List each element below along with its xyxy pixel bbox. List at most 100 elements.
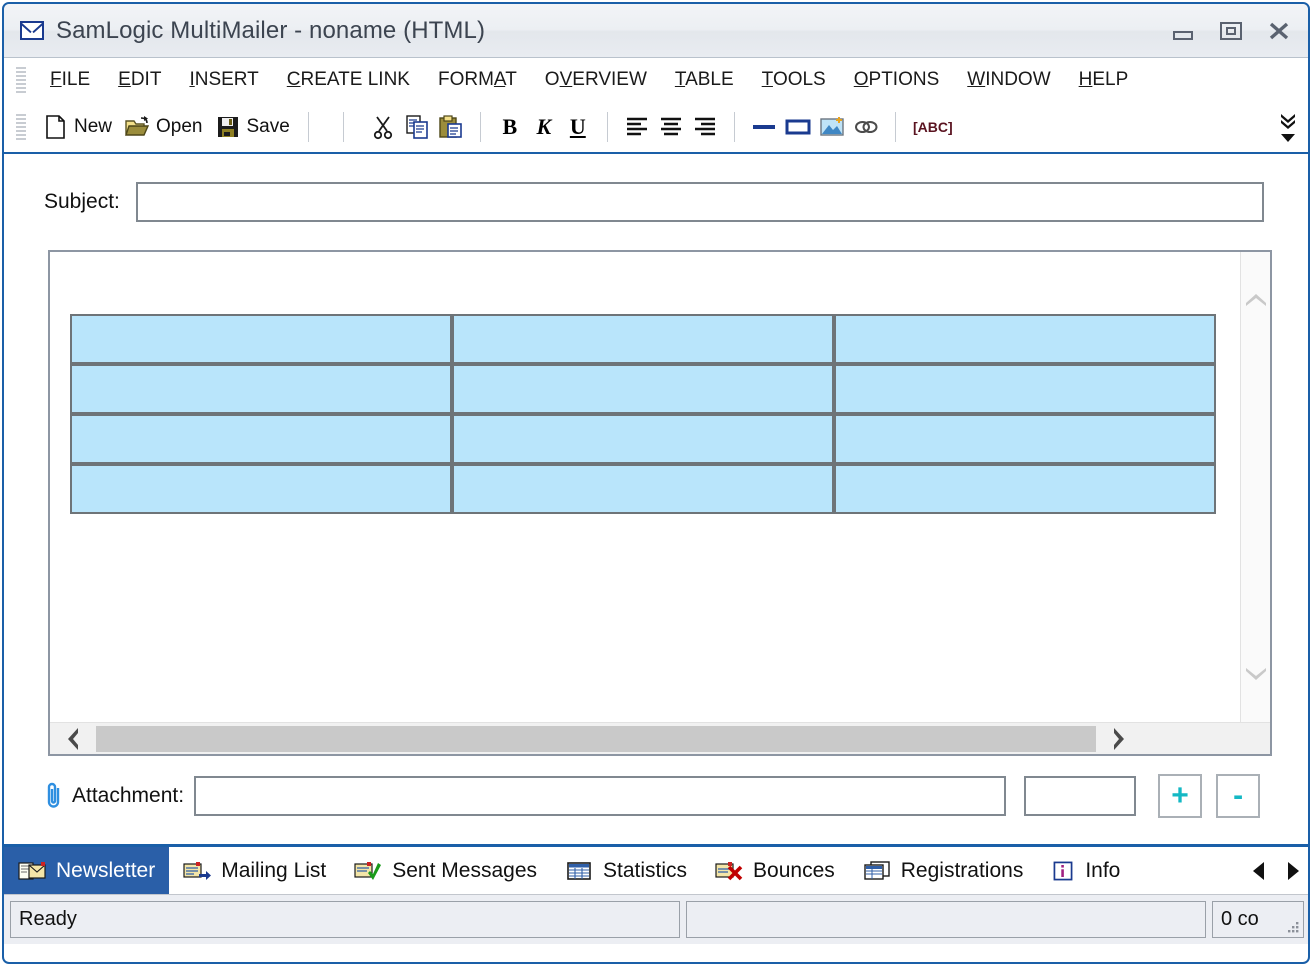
menu-item-insert[interactable]: INSERT <box>175 65 272 95</box>
horizontal-line-button[interactable] <box>747 110 781 144</box>
spellcheck-label: [ABC] <box>912 119 953 135</box>
html-editor-canvas[interactable] <box>50 252 1242 722</box>
subject-input[interactable] <box>135 182 1264 222</box>
toolbar-separator-5 <box>733 112 735 142</box>
scroll-up-button[interactable] <box>1241 282 1270 316</box>
open-folder-icon <box>125 116 150 136</box>
scroll-left-button[interactable] <box>50 723 96 755</box>
editor-vertical-scrollbar[interactable] <box>1240 252 1270 722</box>
spellcheck-button[interactable]: [ABC] <box>908 110 958 144</box>
insert-image-icon <box>820 117 844 136</box>
save-button[interactable]: Save <box>209 108 296 146</box>
table-row[interactable] <box>70 314 1216 364</box>
box-button[interactable] <box>781 110 815 144</box>
table-cell[interactable] <box>70 314 452 364</box>
menu-item-window[interactable]: WINDOW <box>953 65 1064 95</box>
bold-button[interactable]: B <box>493 110 527 144</box>
open-button[interactable]: Open <box>118 108 208 146</box>
menu-item-create-link[interactable]: CREATE LINK <box>273 65 424 95</box>
table-cell[interactable] <box>834 464 1216 514</box>
table-cell[interactable] <box>452 464 834 514</box>
align-center-button[interactable] <box>654 110 688 144</box>
menu-item-tools[interactable]: TOOLS <box>748 65 840 95</box>
add-attachment-button[interactable]: + <box>1158 774 1203 818</box>
toolbar-grip[interactable] <box>16 114 26 140</box>
table-row[interactable] <box>70 364 1216 414</box>
open-button-label: Open <box>156 116 203 137</box>
chevron-up-icon <box>1246 294 1266 306</box>
editor-horizontal-scrollbar[interactable] <box>50 722 1270 755</box>
toolbar-separator-2 <box>342 112 344 142</box>
paperclip-icon <box>47 782 60 808</box>
tab-newsletter[interactable]: Newsletter <box>4 847 170 894</box>
table-cell[interactable] <box>452 414 834 464</box>
tab-info[interactable]: Info <box>1037 847 1134 894</box>
box-icon <box>785 119 811 135</box>
table-cell[interactable] <box>834 314 1216 364</box>
copy-icon <box>406 115 428 139</box>
close-button[interactable] <box>1266 18 1292 44</box>
triangle-left-icon[interactable] <box>1250 860 1268 882</box>
content-table[interactable] <box>70 314 1216 514</box>
minimize-button[interactable] <box>1170 18 1196 44</box>
menu-item-options[interactable]: OPTIONS <box>840 65 954 95</box>
table-cell[interactable] <box>70 464 452 514</box>
menu-item-table[interactable]: TABLE <box>661 65 748 95</box>
menu-item-help[interactable]: HELP <box>1065 65 1143 95</box>
table-cell[interactable] <box>834 414 1216 464</box>
bounces-icon <box>715 861 743 880</box>
toolbar-overflow-button[interactable] <box>1278 111 1298 143</box>
underline-button[interactable]: U <box>561 110 595 144</box>
attachment-size-input[interactable] <box>1024 776 1137 816</box>
registrations-icon <box>864 860 890 880</box>
horizontal-scroll-thumb[interactable] <box>96 725 1096 752</box>
paste-button[interactable] <box>434 110 468 144</box>
table-cell[interactable] <box>452 314 834 364</box>
align-right-button[interactable] <box>688 110 722 144</box>
tab-registrations[interactable]: Registrations <box>849 847 1038 894</box>
table-cell[interactable] <box>834 364 1216 414</box>
copy-button[interactable] <box>400 110 434 144</box>
toolbar-separator-3 <box>479 112 481 142</box>
tab-bounces[interactable]: Bounces <box>701 847 849 894</box>
cut-button[interactable] <box>366 110 400 144</box>
resize-grip-icon[interactable] <box>1285 919 1301 935</box>
tab-mailing-list[interactable]: Mailing List <box>169 847 340 894</box>
chevron-right-icon <box>1114 727 1124 750</box>
tab-sent-messages-label: Sent Messages <box>392 858 537 882</box>
sent-messages-icon <box>354 861 382 880</box>
italic-button[interactable]: K <box>527 110 561 144</box>
table-row[interactable] <box>70 414 1216 464</box>
menu-bar: FILE EDIT INSERT CREATE LINK FORMAT OVER… <box>4 58 1308 102</box>
add-attachment-label: + <box>1171 779 1189 812</box>
align-left-button[interactable] <box>620 110 654 144</box>
menu-grip[interactable] <box>16 66 26 93</box>
menu-item-overview[interactable]: OVERVIEW <box>531 65 661 95</box>
status-message: Ready <box>10 901 680 938</box>
restore-button[interactable] <box>1218 18 1244 44</box>
attachment-path-input[interactable] <box>194 776 1007 816</box>
align-left-icon <box>626 117 647 136</box>
table-row[interactable] <box>70 464 1216 514</box>
align-center-icon <box>660 117 681 136</box>
triangle-right-icon[interactable] <box>1284 860 1302 882</box>
bold-label: B <box>502 114 518 139</box>
tab-sent-messages[interactable]: Sent Messages <box>340 847 551 894</box>
table-cell[interactable] <box>70 364 452 414</box>
new-button[interactable]: New <box>36 108 118 146</box>
window-controls <box>1170 18 1292 44</box>
save-button-label: Save <box>246 116 290 137</box>
menu-item-file[interactable]: FILE <box>36 65 104 95</box>
insert-link-icon <box>854 121 878 133</box>
table-cell[interactable] <box>70 414 452 464</box>
insert-image-button[interactable] <box>815 110 849 144</box>
table-cell[interactable] <box>452 364 834 414</box>
insert-link-button[interactable] <box>849 110 883 144</box>
scroll-right-button[interactable] <box>1096 723 1142 755</box>
remove-attachment-button[interactable]: - <box>1216 774 1261 818</box>
chevron-double-down-icon <box>1281 114 1295 129</box>
menu-item-edit[interactable]: EDIT <box>104 65 175 95</box>
menu-item-format[interactable]: FORMAT <box>424 65 531 95</box>
scroll-down-button[interactable] <box>1241 658 1270 692</box>
tab-statistics[interactable]: Statistics <box>551 847 701 894</box>
